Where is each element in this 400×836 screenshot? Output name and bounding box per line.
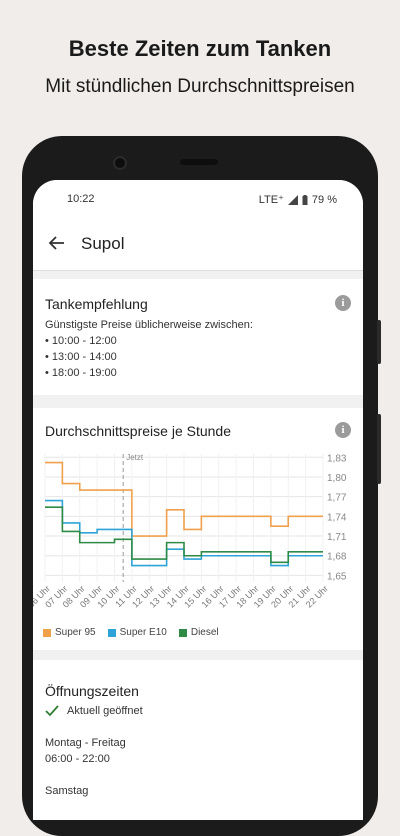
back-arrow-icon[interactable] [47,233,67,253]
legend-item-super-e10: Super E10 [107,627,167,638]
y-tick-label: 1,65 [327,571,347,582]
phone-screen: 10:22 LTE⁺ 79 % Supol Tankempfehlung i G… [33,180,363,820]
status-time: 10:22 [67,193,95,205]
recommendation-item: • 13:00 - 14:00 [45,351,117,363]
weekday-hours: 06:00 - 22:00 [45,753,110,765]
signal-icon [287,194,298,205]
chart-legend: Super 95 Super E10 Diesel [43,627,219,638]
promo-subline: Mit stündlichen Durchschnittspreisen [45,76,355,97]
network-label: LTE⁺ [258,194,284,206]
legend-item-super95: Super 95 [43,627,96,638]
legend-item-diesel: Diesel [178,627,219,638]
status-bar: 10:22 LTE⁺ 79 % [33,180,363,218]
battery-icon [302,194,308,205]
app-bar: Supol [33,218,363,271]
open-status: Aktuell geöffnet [67,705,143,717]
battery-percent: 79 % [311,193,337,206]
legend-label: Diesel [190,627,219,638]
legend-swatch-super-e10 [107,628,116,637]
y-tick-label: 1,74 [327,512,347,523]
recommendation-card: Tankempfehlung i Günstigste Preise üblic… [33,279,363,395]
recommendation-subtitle: Günstigste Preise üblicherweise zwischen… [45,319,253,331]
legend-label: Super E10 [119,627,167,638]
chart-title: Durchschnittspreise je Stunde [45,423,231,439]
recommendation-title: Tankempfehlung [45,296,148,312]
phone-power-button [377,414,381,484]
y-tick-label: 1,77 [327,493,347,504]
opening-hours-card: Öffnungszeiten Aktuell geöffnet Montag -… [33,660,363,820]
chart-info-icon[interactable]: i [335,422,351,438]
chart-card: Durchschnittspreise je Stunde i 1,83 1,80… [33,408,363,650]
opening-hours-title: Öffnungszeiten [45,683,139,699]
weekday-label: Montag - Freitag [45,737,126,749]
phone-volume-button [377,320,381,364]
legend-swatch-diesel [178,628,187,637]
legend-swatch-super95 [43,628,51,637]
checkmark-icon [45,705,59,717]
legend-label: Super 95 [55,627,96,638]
y-tick-label: 1,71 [327,532,347,543]
y-tick-label: 1,83 [327,453,347,464]
phone-speaker [180,159,218,165]
recommendation-item: • 10:00 - 12:00 [45,335,117,347]
y-tick-label: 1,68 [327,552,347,563]
price-chart: 1,831,801,771,741,711,681,65Jetzt06 Uhr0… [33,453,347,610]
promo-headline: Beste Zeiten zum Tanken [68,36,332,61]
saturday-label: Samstag [45,785,89,797]
recommendation-item: • 18:00 - 19:00 [45,367,117,379]
now-marker-label: Jetzt [126,453,144,462]
page-title: Supol [81,234,125,253]
front-camera [113,156,127,170]
y-tick-label: 1,80 [327,473,347,484]
recommendation-info-icon[interactable]: i [335,295,351,311]
